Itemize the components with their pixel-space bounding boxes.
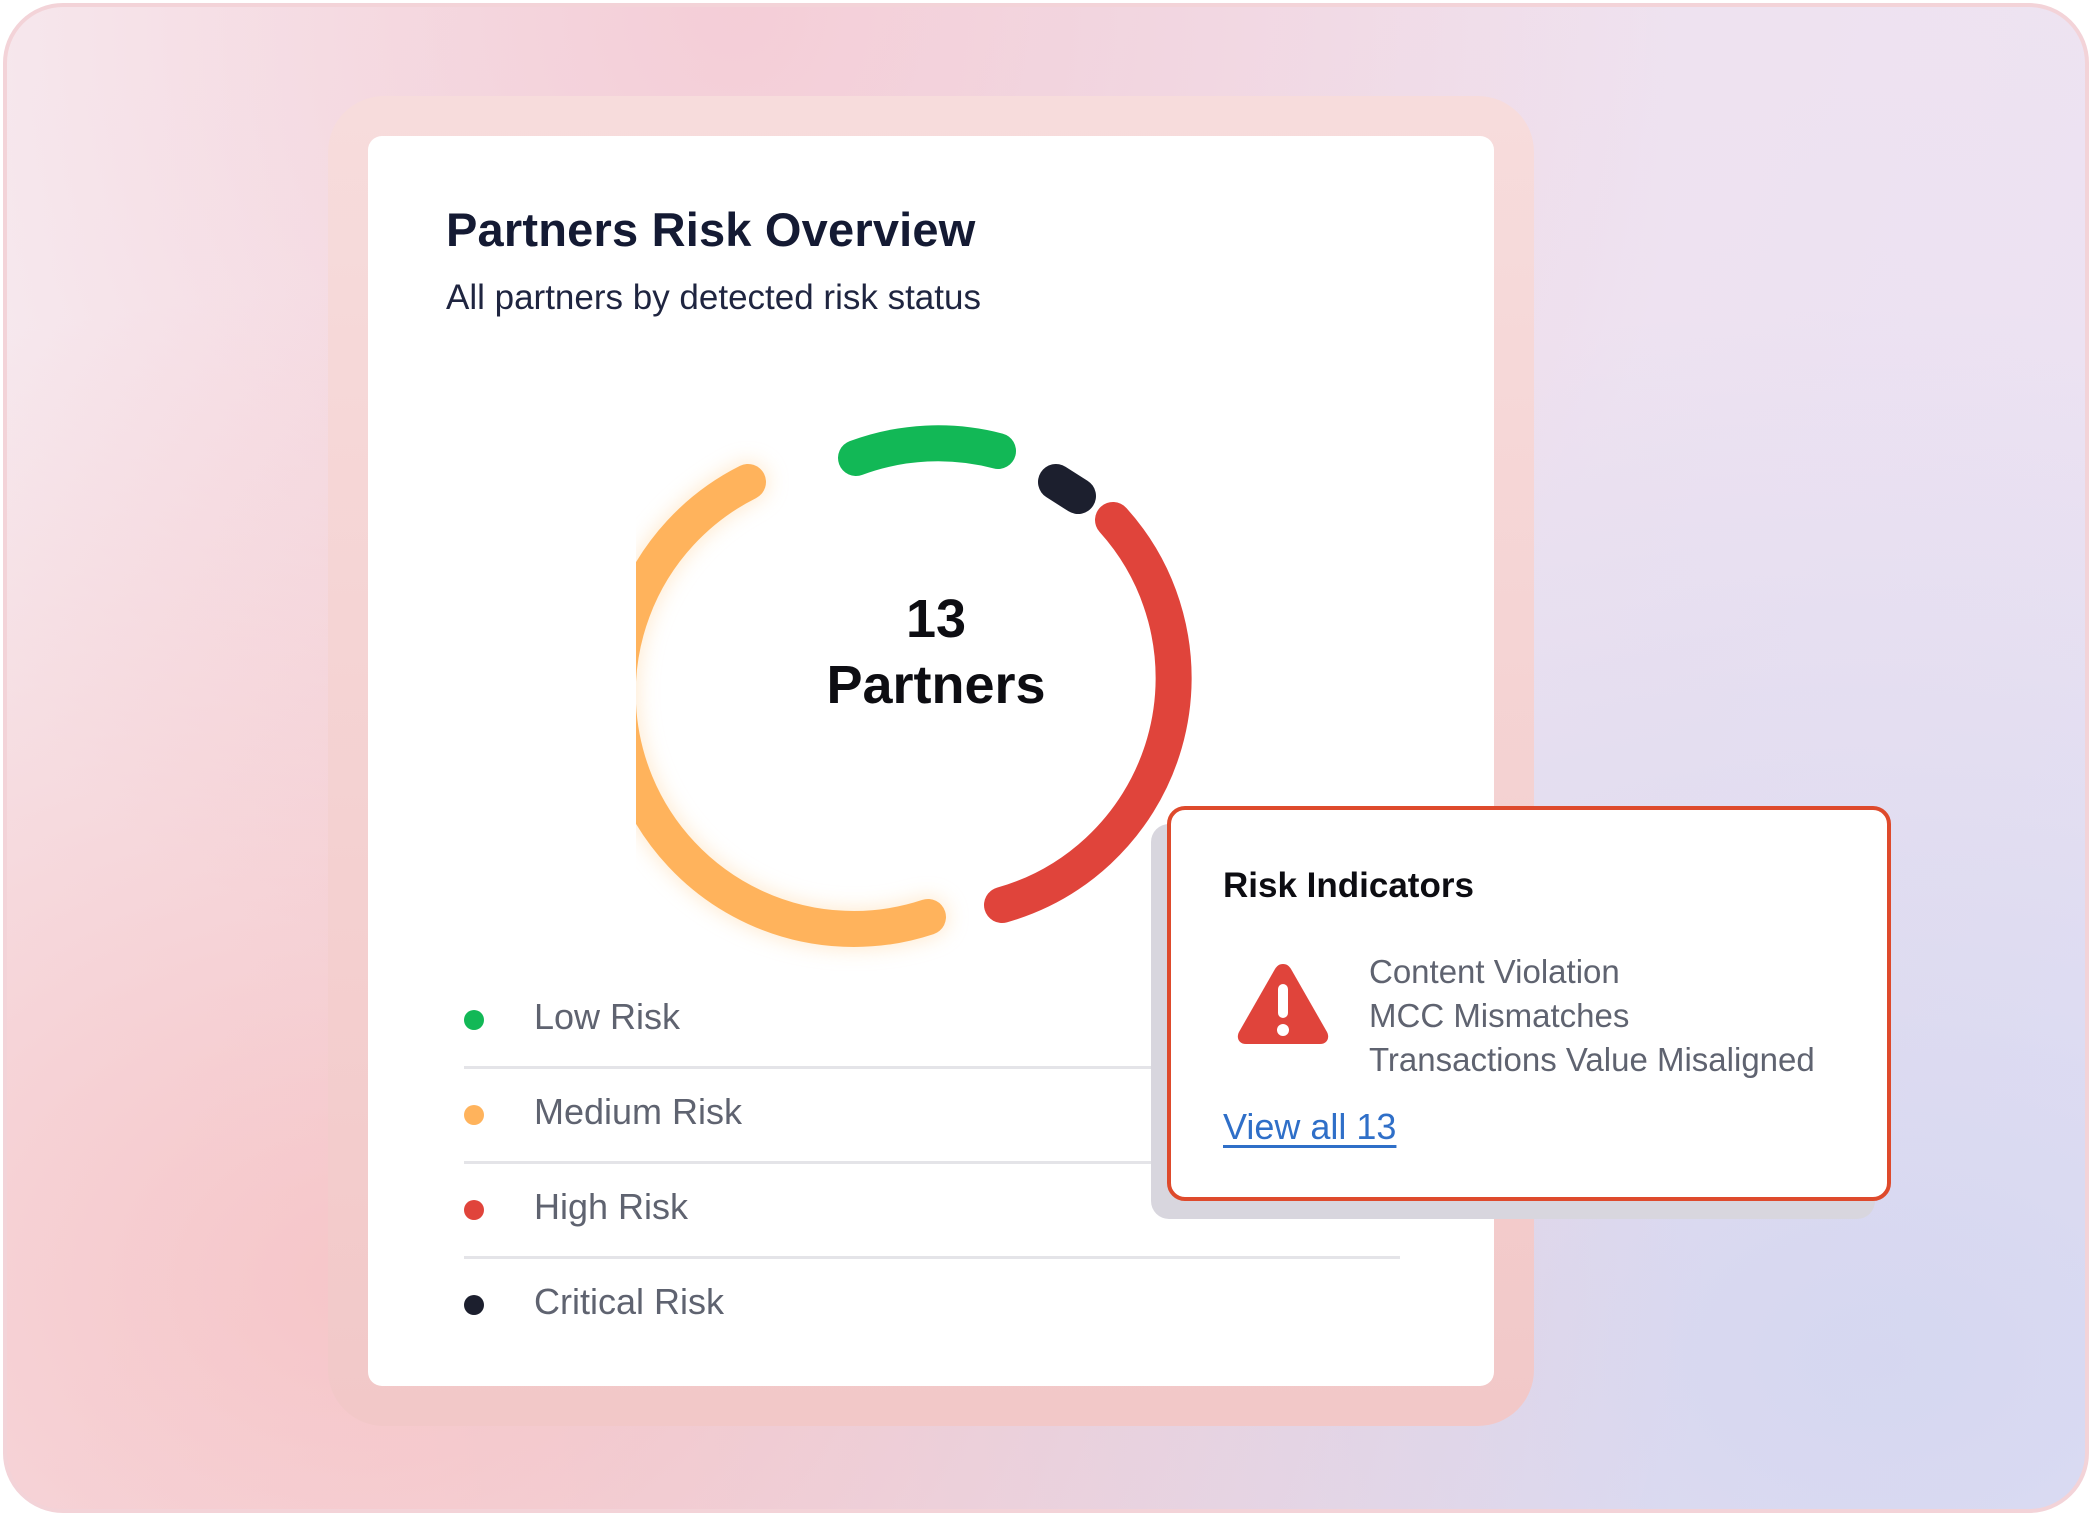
popover-title: Risk Indicators [1223, 866, 1474, 905]
critical-risk-arc [1038, 464, 1096, 514]
low-risk-arc [838, 425, 1016, 476]
legend-label: Low Risk [534, 996, 681, 1037]
indicator-item: Content Violation [1369, 953, 1620, 990]
critical-risk-dot-icon [464, 1295, 484, 1315]
low-risk-dot-icon [464, 1010, 484, 1030]
legend-label: Medium Risk [534, 1091, 743, 1132]
legend-label: High Risk [534, 1186, 689, 1227]
indicator-item: MCC Mismatches [1369, 997, 1630, 1034]
partner-count: 13 [905, 589, 967, 649]
risk-indicators-popover: Risk Indicators Content Violation MCC Mi… [1167, 806, 1891, 1201]
legend-item-critical-risk[interactable]: Critical Risk [464, 1259, 1400, 1351]
indicator-list: Content Violation MCC Mismatches Transac… [1369, 950, 1815, 1082]
card-subtitle: All partners by detected risk status [446, 278, 981, 317]
high-risk-dot-icon [464, 1200, 484, 1220]
legend-label: Critical Risk [534, 1281, 725, 1322]
partner-count-label: Partners [826, 655, 1046, 715]
indicator-item: Transactions Value Misaligned [1369, 1041, 1815, 1078]
medium-risk-dot-icon [464, 1105, 484, 1125]
warning-triangle-icon [1237, 964, 1329, 1044]
card-title: Partners Risk Overview [446, 203, 976, 256]
view-all-link[interactable]: View all 13 [1223, 1106, 1396, 1148]
